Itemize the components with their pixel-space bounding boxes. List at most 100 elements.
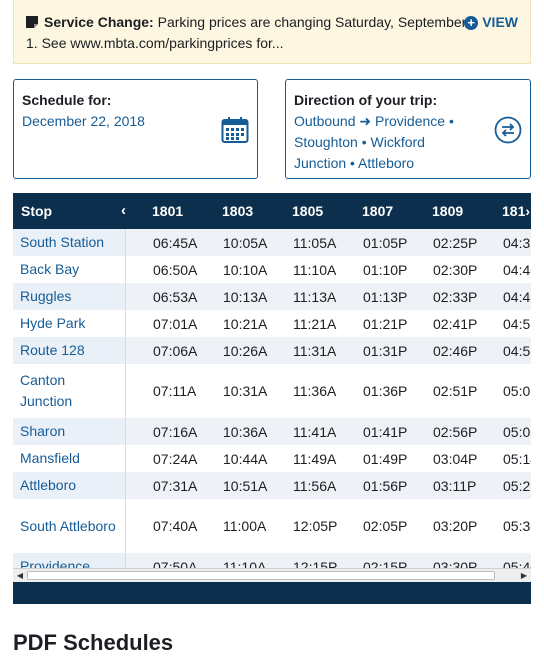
- scroll-right-icon[interactable]: ▶: [517, 569, 531, 582]
- stop-name-link[interactable]: South Station: [13, 229, 125, 256]
- swap-direction-icon[interactable]: [494, 116, 522, 144]
- pdf-schedules-heading: PDF Schedules: [13, 630, 174, 655]
- departure-time: 07:40A: [153, 518, 198, 534]
- alert-text-2: 1. See www.mbta.com/parkingprices for...: [26, 35, 284, 51]
- train-header: 1801: [152, 203, 184, 219]
- schedule-date[interactable]: December 22, 2018: [22, 111, 249, 132]
- table-row: Ruggles 06:53A 10:13A 11:13A 01:13P 02:33P 04:…: [13, 283, 531, 310]
- departure-time: 01:10P: [363, 261, 408, 278]
- departure-time: 02:46P: [433, 342, 478, 359]
- departure-time: 11:05A: [293, 234, 337, 251]
- scroll-left-icon[interactable]: ◀: [13, 569, 27, 582]
- prev-trains-icon[interactable]: ‹: [121, 193, 126, 229]
- departure-time: 06:45A: [153, 234, 198, 251]
- departure-time: 04:51: [503, 315, 531, 332]
- schedule-table-header: Stop ‹ 1801 1803 1805 1807 1809 181›: [13, 193, 531, 229]
- alert-view-button[interactable]: + VIEW: [464, 12, 518, 33]
- departure-time: 01:49P: [363, 450, 408, 467]
- departure-time: 01:31P: [363, 342, 408, 359]
- departure-time: 07:31A: [153, 477, 198, 494]
- schedule-table: Stop ‹ 1801 1803 1805 1807 1809 181› Sou…: [13, 193, 531, 604]
- departure-time: 01:41P: [363, 423, 408, 440]
- departure-time: 05:21: [503, 477, 531, 494]
- alert-text-1: Parking prices are changing Saturday, Se…: [157, 14, 467, 30]
- departure-time: 02:25P: [433, 234, 478, 251]
- departure-time: 10:21A: [223, 315, 268, 332]
- departure-time: 05:01: [503, 383, 531, 399]
- departure-time: 01:36P: [363, 383, 408, 399]
- stop-name-link[interactable]: South Attleboro: [13, 499, 125, 553]
- departure-time: 10:36A: [223, 423, 268, 440]
- departure-time: 10:10A: [223, 261, 268, 278]
- direction-value[interactable]: Outbound ➜ Providence • Stoughton • Wick…: [294, 111, 469, 174]
- departure-time: 05:30: [503, 518, 531, 534]
- departure-time: 11:00A: [223, 518, 267, 534]
- stop-name-link[interactable]: Sharon: [13, 418, 125, 445]
- departure-time: 04:40: [503, 261, 531, 278]
- departure-time: 07:06A: [153, 342, 198, 359]
- horizontal-scrollbar[interactable]: ◀ ▶: [13, 568, 531, 582]
- table-row: Mansfield 07:24A 10:44A 11:49A 01:49P 03:04P 0…: [13, 445, 531, 472]
- departure-time: 12:05P: [293, 518, 338, 534]
- departure-time: 05:14: [503, 450, 531, 467]
- next-trains-header[interactable]: 181›: [502, 193, 530, 229]
- train-header: 1807: [362, 203, 394, 219]
- departure-time: 11:49A: [293, 450, 337, 467]
- departure-time: 03:11P: [433, 477, 477, 494]
- direction-outbound: Outbound: [294, 113, 356, 129]
- schedule-table-footer: [13, 582, 531, 604]
- scroll-thumb[interactable]: [27, 571, 495, 580]
- row-times: 06:45A 10:05A 11:05A 01:05P 02:25P 04:35: [125, 229, 531, 256]
- departure-time: 01:05P: [363, 234, 408, 251]
- direction-label: Direction of your trip:: [294, 92, 438, 108]
- train-header: 1809: [432, 203, 464, 219]
- stop-name-link[interactable]: Mansfield: [13, 445, 125, 472]
- row-times: 06:50A 10:10A 11:10A 01:10P 02:30P 04:40: [125, 256, 531, 283]
- row-times: 07:16A 10:36A 11:41A 01:41P 02:56P 05:06: [125, 418, 531, 445]
- departure-time: 07:16A: [153, 423, 198, 440]
- table-row: Hyde Park 07:01A 10:21A 11:21A 01:21P 02:41P 0…: [13, 310, 531, 337]
- departure-time: 10:31A: [223, 383, 268, 399]
- stop-column-header: Stop: [21, 203, 53, 219]
- train-header: 1803: [222, 203, 254, 219]
- train-header: 1805: [292, 203, 324, 219]
- table-row: Attleboro 07:31A 10:51A 11:56A 01:56P 03:11P 0…: [13, 472, 531, 499]
- direction-selector[interactable]: Direction of your trip: Outbound ➜ Provi…: [285, 79, 531, 179]
- service-alert: Service Change: Parking prices are chang…: [13, 0, 531, 64]
- stop-name-link[interactable]: Ruggles: [13, 283, 125, 310]
- departure-time: 11:36A: [293, 383, 337, 399]
- departure-time: 05:06: [503, 423, 531, 440]
- departure-time: 11:31A: [293, 342, 337, 359]
- table-row: Route 128 07:06A 10:26A 11:31A 01:31P 02:46P 0…: [13, 337, 531, 364]
- departure-time: 11:13A: [293, 288, 337, 305]
- stop-name-link[interactable]: Route 128: [13, 337, 125, 364]
- departure-time: 04:35: [503, 234, 531, 251]
- alert-flag-icon: [26, 16, 38, 28]
- row-times: 07:11A 10:31A 11:36A 01:36P 02:51P 05:01: [125, 364, 531, 418]
- departure-time: 02:51P: [433, 383, 478, 399]
- departure-time: 10:26A: [223, 342, 268, 359]
- departure-time: 11:21A: [293, 315, 337, 332]
- alert-line-1: Service Change: Parking prices are chang…: [26, 12, 518, 33]
- table-row: South Station 06:45A 10:05A 11:05A 01:05P 02:…: [13, 229, 531, 256]
- row-times: 07:24A 10:44A 11:49A 01:49P 03:04P 05:14: [125, 445, 531, 472]
- departure-time: 07:01A: [153, 315, 198, 332]
- alert-label: Service Change:: [44, 14, 154, 30]
- table-row: Sharon 07:16A 10:36A 11:41A 01:41P 02:56P 05:0…: [13, 418, 531, 445]
- direction-dest-1: Providence •: [375, 113, 454, 129]
- departure-time: 10:51A: [223, 477, 268, 494]
- stop-name-link[interactable]: Attleboro: [13, 472, 125, 499]
- table-row: Back Bay 06:50A 10:10A 11:10A 01:10P 02:30P 04…: [13, 256, 531, 283]
- direction-dest-3: Junction • Attleboro: [294, 155, 415, 171]
- departure-time: 02:56P: [433, 423, 478, 440]
- stop-name-link[interactable]: Back Bay: [13, 256, 125, 283]
- stop-name-link[interactable]: Hyde Park: [13, 310, 125, 337]
- departure-time: 03:20P: [433, 518, 478, 534]
- schedule-date-picker[interactable]: Schedule for: December 22, 2018: [13, 79, 258, 179]
- calendar-icon[interactable]: [221, 116, 249, 144]
- departure-time: 07:24A: [153, 450, 198, 467]
- departure-time: 11:41A: [293, 423, 337, 440]
- departure-time: 06:50A: [153, 261, 198, 278]
- departure-time: 10:13A: [223, 288, 268, 305]
- stop-name-link[interactable]: Canton Junction: [13, 364, 125, 418]
